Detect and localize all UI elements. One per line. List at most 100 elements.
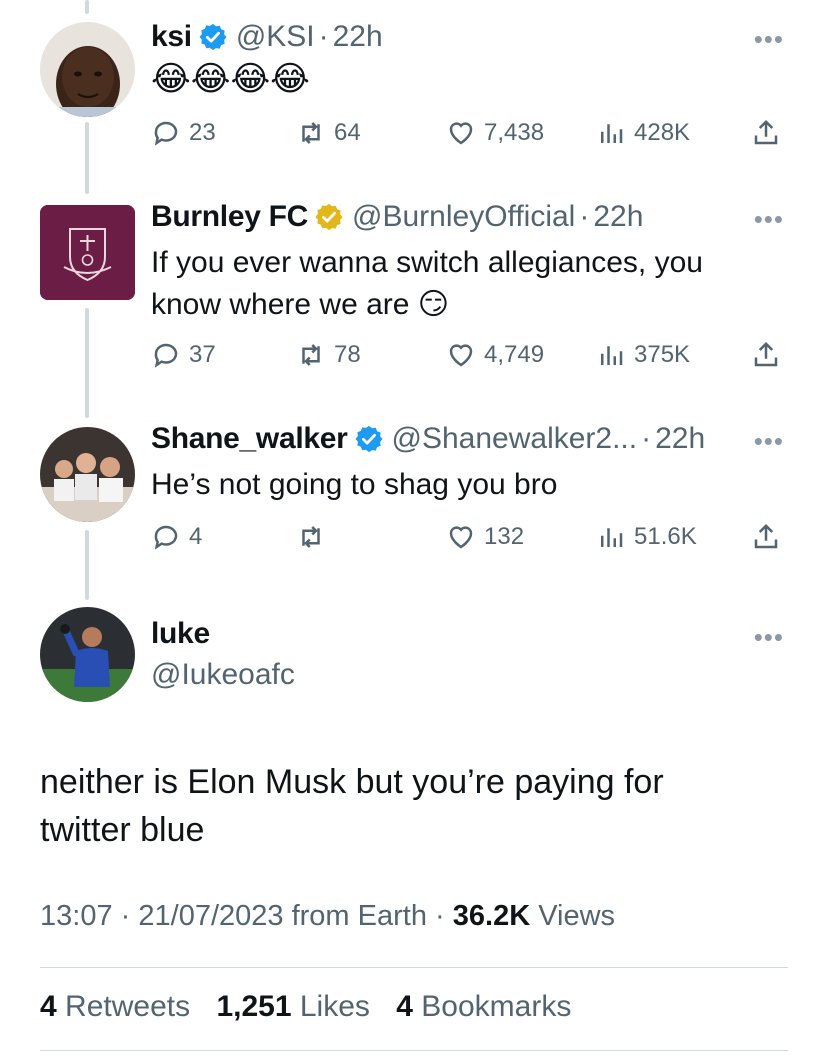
tweet-header: ksi @KSI · 22h [151,20,383,54]
tweet-meta: 13:07 · 21/07/2023 from Earth · 36.2K Vi… [40,900,615,933]
tweet-header: luke [151,617,210,651]
verified-badge-icon [355,425,383,453]
timestamp[interactable]: 22h [655,422,705,456]
more-options-icon[interactable]: ••• [754,426,784,457]
bookmarks-label: Bookmarks [421,990,572,1023]
timestamp[interactable]: 22h [333,20,383,54]
reply-count: 4 [189,523,203,550]
views-button[interactable]: 428K [596,118,690,148]
reply-icon [154,343,178,368]
handle[interactable]: @Shanewalker2... [392,422,638,456]
like-count: 4,749 [484,341,545,368]
retweet-icon [302,526,320,548]
likes-label: Likes [299,990,370,1023]
reply-button[interactable]: 37 [151,340,216,370]
tweet-text: 😂😂😂😂 [151,60,310,98]
main-tweet-text: neither is Elon Musk but you’re paying f… [40,763,664,849]
views-button[interactable]: 375K [596,340,690,370]
avatar[interactable] [40,22,135,117]
retweets-total: 4 [40,990,57,1023]
action-bar: 37 78 4,749 375K [151,340,791,376]
shane-avatar-image [40,427,135,522]
retweet-count: 64 [334,119,361,146]
views-count: 428K [634,119,691,146]
post-date[interactable]: 21/07/2023 [138,900,283,932]
avatar[interactable] [40,205,135,300]
thread-line-1 [85,122,89,194]
separator-dot: · [579,200,590,233]
heart-icon [449,344,473,367]
share-icon [754,523,778,549]
avatar[interactable] [40,607,135,702]
display-name[interactable]: Shane_walker [151,422,348,456]
retweet-button[interactable] [296,522,334,552]
retweet-icon [302,344,320,366]
retweet-button[interactable]: 64 [296,118,361,148]
handle[interactable]: @BurnleyOfficial [352,200,575,234]
like-button[interactable]: 7,438 [446,118,544,148]
reply-button[interactable]: 23 [151,118,216,148]
tweet-header: Burnley FC @BurnleyOfficial · 22h [151,200,643,234]
views-chart-icon [601,346,623,365]
share-button[interactable] [751,522,781,552]
views-chart-icon [601,124,623,143]
likes-stat[interactable]: 1,251 Likes [216,990,369,1023]
timestamp[interactable]: 22h [593,200,643,234]
like-button[interactable]: 4,749 [446,340,544,370]
separator-dot: · [318,20,329,53]
like-count: 132 [484,523,525,550]
verified-gold-badge-icon [315,203,343,231]
share-button[interactable] [751,118,781,148]
retweet-button[interactable]: 78 [296,340,361,370]
luke-avatar-image [40,607,135,702]
reply-button[interactable]: 4 [151,522,202,552]
burnley-crest-logo [40,205,135,300]
views-count: 375K [634,341,691,368]
views-chart-icon [601,528,623,547]
display-name[interactable]: ksi [151,20,192,54]
like-button[interactable]: 132 [446,522,524,552]
reply-count: 23 [189,119,216,146]
display-name[interactable]: luke [151,617,210,651]
bookmarks-stat[interactable]: 4 Bookmarks [396,990,571,1023]
like-count: 7,438 [484,119,545,146]
more-options-icon[interactable]: ••• [754,622,784,653]
views-label: Views [538,900,616,932]
post-time[interactable]: 13:07 [40,900,113,932]
views-button[interactable]: 51.6K [596,522,697,552]
heart-icon [449,122,473,145]
ksi-avatar-image [40,22,135,117]
handle[interactable]: @KSI [236,20,315,54]
avatar[interactable] [40,427,135,522]
share-button[interactable] [751,340,781,370]
reply-count: 37 [189,341,216,368]
likes-total: 1,251 [216,990,292,1023]
more-options-icon[interactable]: ••• [754,204,784,235]
handle-row: @Iukeoafc [151,658,295,692]
engagement-stats: 4 Retweets 1,251 Likes 4 Bookmarks [40,990,571,1024]
divider [40,967,788,968]
reply-icon [154,525,178,550]
separator-dot: · [120,900,131,932]
handle[interactable]: @Iukeoafc [151,658,295,692]
retweets-stat[interactable]: 4 Retweets [40,990,190,1023]
thread-line-2 [85,308,89,418]
views-count: 51.6K [634,523,697,550]
bookmarks-total: 4 [396,990,413,1023]
separator-dot: · [435,900,445,932]
action-bar: 4 132 51.6K [151,522,791,558]
tweet-header: Shane_walker @Shanewalker2... · 22h [151,422,705,456]
tweet-text: He’s not going to shag you bro [151,468,558,501]
retweet-icon [302,122,320,144]
heart-icon [449,526,473,549]
display-name[interactable]: Burnley FC [151,200,308,234]
thread-line-3 [85,530,89,600]
share-icon [754,341,778,367]
reply-icon [154,121,178,146]
post-source: from Earth [291,900,427,932]
retweets-label: Retweets [65,990,191,1023]
action-bar: 23 64 7,438 428K [151,118,791,154]
views-total: 36.2K [452,900,531,932]
more-options-icon[interactable]: ••• [754,24,784,55]
share-icon [754,119,778,145]
